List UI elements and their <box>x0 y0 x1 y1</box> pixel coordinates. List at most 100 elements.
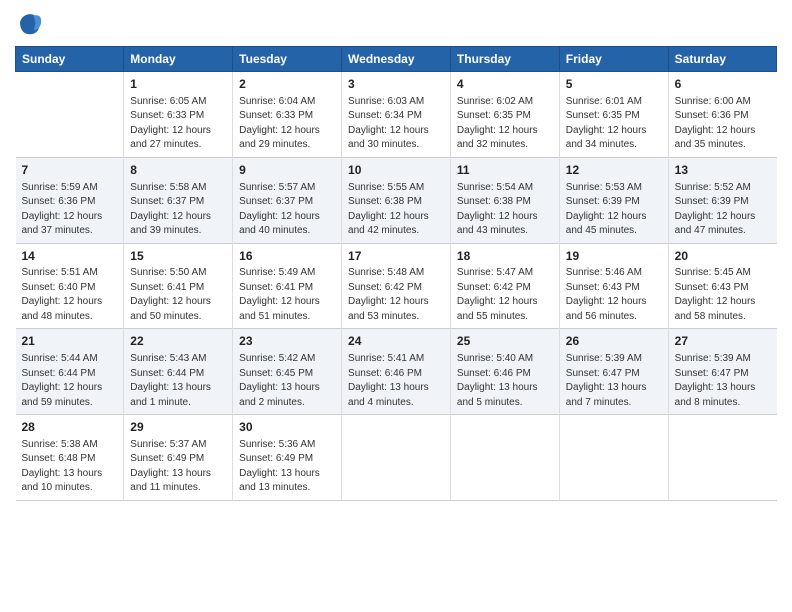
day-number: 9 <box>239 162 335 179</box>
day-number: 30 <box>239 419 335 436</box>
column-header-friday: Friday <box>559 47 668 72</box>
day-number: 5 <box>566 76 662 93</box>
day-cell: 14Sunrise: 5:51 AM Sunset: 6:40 PM Dayli… <box>16 243 124 329</box>
day-number: 7 <box>22 162 118 179</box>
day-cell: 10 Sunrise: 5:55 AM Sunset: 6:38 PM Dayli… <box>342 157 451 243</box>
day-number: 19 <box>566 248 662 265</box>
day-info: Sunrise: 5:53 AM Sunset: 6:39 PM Dayligh… <box>566 181 662 239</box>
day-number: 4 <box>457 76 553 93</box>
day-info: Sunrise: 5:58 AM Sunset: 6:37 PM Dayligh… <box>130 181 226 239</box>
day-number: 20 <box>675 248 771 265</box>
day-number: 25 <box>457 333 553 350</box>
day-cell: 22 Sunrise: 5:43 AM Sunset: 6:44 PM Dayli… <box>124 329 233 415</box>
day-cell: 5 Sunrise: 6:01 AM Sunset: 6:35 PM Daylig… <box>559 72 668 158</box>
header <box>15 10 777 38</box>
day-number: 8 <box>130 162 226 179</box>
day-info: Sunrise: 5:59 AM Sunset: 6:36 PM Dayligh… <box>22 181 118 239</box>
column-header-wednesday: Wednesday <box>342 47 451 72</box>
column-headers: SundayMondayTuesdayWednesdayThursdayFrid… <box>16 47 777 72</box>
day-number: 17 <box>348 248 444 265</box>
day-info: Sunrise: 6:00 AM Sunset: 6:36 PM Dayligh… <box>675 95 771 153</box>
day-cell <box>342 415 451 501</box>
day-number: 15 <box>130 248 226 265</box>
day-cell: 25 Sunrise: 5:40 AM Sunset: 6:46 PM Dayli… <box>450 329 559 415</box>
day-info: Sunrise: 5:38 AM Sunset: 6:48 PM Dayligh… <box>22 438 118 496</box>
day-cell: 1 Sunrise: 6:05 AM Sunset: 6:33 PM Daylig… <box>124 72 233 158</box>
day-cell: 23 Sunrise: 5:42 AM Sunset: 6:45 PM Dayli… <box>233 329 342 415</box>
day-cell: 19Sunrise: 5:46 AM Sunset: 6:43 PM Dayli… <box>559 243 668 329</box>
day-number: 13 <box>675 162 771 179</box>
day-info: Sunrise: 5:42 AM Sunset: 6:45 PM Dayligh… <box>239 352 335 410</box>
column-header-thursday: Thursday <box>450 47 559 72</box>
day-info: Sunrise: 6:03 AM Sunset: 6:34 PM Dayligh… <box>348 95 444 153</box>
day-cell: 9Sunrise: 5:57 AM Sunset: 6:37 PM Daylig… <box>233 157 342 243</box>
day-cell: 13 Sunrise: 5:52 AM Sunset: 6:39 PM Dayli… <box>668 157 776 243</box>
day-info: Sunrise: 5:44 AM Sunset: 6:44 PM Dayligh… <box>22 352 118 410</box>
day-cell: 27Sunrise: 5:39 AM Sunset: 6:47 PM Dayli… <box>668 329 776 415</box>
day-number: 21 <box>22 333 118 350</box>
day-number: 14 <box>22 248 118 265</box>
day-number: 1 <box>130 76 226 93</box>
day-info: Sunrise: 5:55 AM Sunset: 6:38 PM Dayligh… <box>348 181 444 239</box>
day-cell <box>16 72 124 158</box>
week-row-3: 14Sunrise: 5:51 AM Sunset: 6:40 PM Dayli… <box>16 243 777 329</box>
day-cell: 11 Sunrise: 5:54 AM Sunset: 6:38 PM Dayli… <box>450 157 559 243</box>
logo <box>15 10 47 38</box>
day-info: Sunrise: 6:02 AM Sunset: 6:35 PM Dayligh… <box>457 95 553 153</box>
day-cell: 18Sunrise: 5:47 AM Sunset: 6:42 PM Dayli… <box>450 243 559 329</box>
day-info: Sunrise: 5:45 AM Sunset: 6:43 PM Dayligh… <box>675 266 771 324</box>
day-info: Sunrise: 5:54 AM Sunset: 6:38 PM Dayligh… <box>457 181 553 239</box>
day-cell <box>559 415 668 501</box>
day-cell: 2Sunrise: 6:04 AM Sunset: 6:33 PM Daylig… <box>233 72 342 158</box>
day-number: 23 <box>239 333 335 350</box>
day-cell: 3 Sunrise: 6:03 AM Sunset: 6:34 PM Daylig… <box>342 72 451 158</box>
day-info: Sunrise: 5:39 AM Sunset: 6:47 PM Dayligh… <box>675 352 771 410</box>
day-info: Sunrise: 5:43 AM Sunset: 6:44 PM Dayligh… <box>130 352 226 410</box>
week-row-2: 7 Sunrise: 5:59 AM Sunset: 6:36 PM Daylig… <box>16 157 777 243</box>
week-row-1: 1 Sunrise: 6:05 AM Sunset: 6:33 PM Daylig… <box>16 72 777 158</box>
day-cell: 17Sunrise: 5:48 AM Sunset: 6:42 PM Dayli… <box>342 243 451 329</box>
day-info: Sunrise: 5:39 AM Sunset: 6:47 PM Dayligh… <box>566 352 662 410</box>
day-number: 3 <box>348 76 444 93</box>
day-number: 12 <box>566 162 662 179</box>
day-info: Sunrise: 5:49 AM Sunset: 6:41 PM Dayligh… <box>239 266 335 324</box>
day-cell <box>668 415 776 501</box>
day-number: 11 <box>457 162 553 179</box>
day-info: Sunrise: 5:52 AM Sunset: 6:39 PM Dayligh… <box>675 181 771 239</box>
day-info: Sunrise: 5:50 AM Sunset: 6:41 PM Dayligh… <box>130 266 226 324</box>
day-info: Sunrise: 5:37 AM Sunset: 6:49 PM Dayligh… <box>130 438 226 496</box>
calendar-table: SundayMondayTuesdayWednesdayThursdayFrid… <box>15 46 777 501</box>
week-row-5: 28Sunrise: 5:38 AM Sunset: 6:48 PM Dayli… <box>16 415 777 501</box>
day-cell: 21 Sunrise: 5:44 AM Sunset: 6:44 PM Dayli… <box>16 329 124 415</box>
day-info: Sunrise: 5:41 AM Sunset: 6:46 PM Dayligh… <box>348 352 444 410</box>
day-number: 24 <box>348 333 444 350</box>
day-cell: 12 Sunrise: 5:53 AM Sunset: 6:39 PM Dayli… <box>559 157 668 243</box>
day-cell: 20Sunrise: 5:45 AM Sunset: 6:43 PM Dayli… <box>668 243 776 329</box>
day-info: Sunrise: 5:47 AM Sunset: 6:42 PM Dayligh… <box>457 266 553 324</box>
day-info: Sunrise: 5:51 AM Sunset: 6:40 PM Dayligh… <box>22 266 118 324</box>
day-info: Sunrise: 6:01 AM Sunset: 6:35 PM Dayligh… <box>566 95 662 153</box>
day-number: 18 <box>457 248 553 265</box>
column-header-saturday: Saturday <box>668 47 776 72</box>
day-cell: 8 Sunrise: 5:58 AM Sunset: 6:37 PM Daylig… <box>124 157 233 243</box>
day-cell: 15Sunrise: 5:50 AM Sunset: 6:41 PM Dayli… <box>124 243 233 329</box>
day-number: 29 <box>130 419 226 436</box>
day-info: Sunrise: 6:05 AM Sunset: 6:33 PM Dayligh… <box>130 95 226 153</box>
day-number: 10 <box>348 162 444 179</box>
column-header-tuesday: Tuesday <box>233 47 342 72</box>
day-cell: 4 Sunrise: 6:02 AM Sunset: 6:35 PM Daylig… <box>450 72 559 158</box>
day-cell <box>450 415 559 501</box>
day-cell: 7 Sunrise: 5:59 AM Sunset: 6:36 PM Daylig… <box>16 157 124 243</box>
day-number: 6 <box>675 76 771 93</box>
day-cell: 6 Sunrise: 6:00 AM Sunset: 6:36 PM Daylig… <box>668 72 776 158</box>
week-row-4: 21 Sunrise: 5:44 AM Sunset: 6:44 PM Dayli… <box>16 329 777 415</box>
day-info: Sunrise: 5:36 AM Sunset: 6:49 PM Dayligh… <box>239 438 335 496</box>
day-info: Sunrise: 5:40 AM Sunset: 6:46 PM Dayligh… <box>457 352 553 410</box>
day-cell: 29 Sunrise: 5:37 AM Sunset: 6:49 PM Dayli… <box>124 415 233 501</box>
day-number: 22 <box>130 333 226 350</box>
logo-icon <box>15 10 43 38</box>
day-number: 2 <box>239 76 335 93</box>
day-cell: 24 Sunrise: 5:41 AM Sunset: 6:46 PM Dayli… <box>342 329 451 415</box>
day-cell: 30 Sunrise: 5:36 AM Sunset: 6:49 PM Dayli… <box>233 415 342 501</box>
day-cell: 26Sunrise: 5:39 AM Sunset: 6:47 PM Dayli… <box>559 329 668 415</box>
